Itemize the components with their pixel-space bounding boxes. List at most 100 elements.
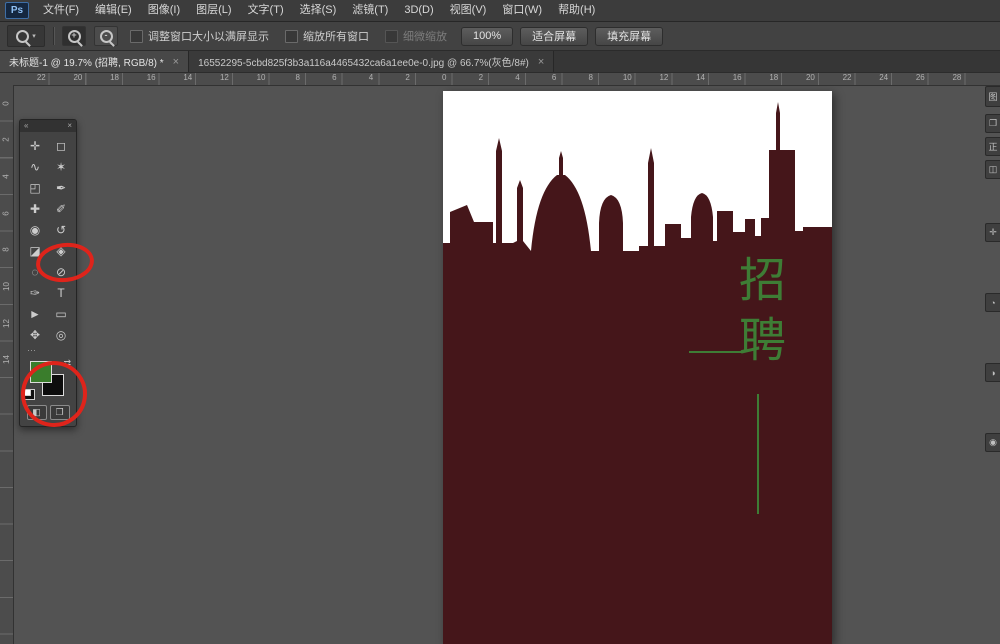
scrubby-zoom-checkbox[interactable]: 细微缩放	[385, 28, 447, 44]
ruler-label: 8	[572, 72, 609, 84]
dock-color-icon[interactable]: ◑	[985, 363, 1000, 382]
checkbox-box[interactable]	[130, 30, 143, 43]
ruler-label: 12	[646, 72, 683, 84]
lasso-tool[interactable]: ∿	[22, 156, 48, 177]
menu-view[interactable]: 视图(V)	[442, 0, 495, 21]
default-colors-icon[interactable]	[24, 389, 35, 400]
ruler-label: 10	[243, 72, 280, 84]
collapse-panel-icon[interactable]: «	[24, 120, 28, 132]
history-brush-tool[interactable]: ↺	[48, 219, 74, 240]
menu-select[interactable]: 选择(S)	[292, 0, 345, 21]
ruler-label: 18	[96, 72, 133, 84]
ruler-corner	[0, 72, 14, 86]
dodge-tool[interactable]: ⊘	[48, 261, 74, 282]
close-panel-icon[interactable]: ×	[67, 120, 72, 132]
menu-window[interactable]: 窗口(W)	[494, 0, 550, 21]
tab-close-icon[interactable]: ×	[538, 56, 544, 68]
pen-tool[interactable]: ✑	[22, 282, 48, 303]
shape-tool[interactable]: ▭	[48, 303, 74, 324]
actual-pixels-button[interactable]: 100%	[461, 27, 513, 46]
ruler-label: 16	[719, 72, 756, 84]
clone-stamp-tool[interactable]: ◉	[22, 219, 48, 240]
color-swatches: ⇄	[23, 357, 73, 403]
checkbox-box[interactable]	[385, 30, 398, 43]
ruler-label: 14	[0, 341, 13, 378]
zoom-tool-preset-dropdown[interactable]: ▾	[7, 25, 45, 47]
option-checkboxes: 调整窗口大小以满屏显示 缩放所有窗口 细微缩放	[130, 28, 447, 44]
healing-brush-tool[interactable]: ✚	[22, 198, 48, 219]
menu-filter[interactable]: 滤镜(T)	[344, 0, 396, 21]
menu-image[interactable]: 图像(I)	[140, 0, 188, 21]
eraser-tool[interactable]: ◪	[22, 240, 48, 261]
blur-tool[interactable]: ◌	[22, 261, 48, 282]
ruler-label: 2	[463, 72, 500, 84]
menu-help[interactable]: 帮助(H)	[550, 0, 603, 21]
dock-adjustments-icon[interactable]: ✛	[985, 223, 1000, 242]
menu-edit[interactable]: 编辑(E)	[87, 0, 140, 21]
chevron-down-icon: ▾	[32, 32, 36, 40]
ruler-label: 12	[0, 305, 13, 342]
checkbox-label: 缩放所有窗口	[303, 28, 369, 44]
tool-icon: ✛	[30, 139, 40, 153]
menu-layer[interactable]: 图层(L)	[188, 0, 239, 21]
brush-tool[interactable]: ✐	[48, 198, 74, 219]
dock-history-icon[interactable]: ◔	[985, 293, 1000, 312]
zoom-action-buttons: 100% 适合屏幕填充屏幕	[461, 27, 663, 46]
menu-file[interactable]: 文件(F)	[35, 0, 87, 21]
ruler-label: 0	[426, 72, 463, 84]
ruler-label: 6	[0, 195, 13, 232]
tab-untitled-1[interactable]: 未标题-1 @ 19.7% (招聘, RGB/8) * ×	[0, 51, 189, 72]
zoom-out-button[interactable]: -	[94, 26, 118, 46]
ruler-label: 22	[23, 72, 60, 84]
ruler-label: 8	[279, 72, 316, 84]
magic-wand-tool[interactable]: ✶	[48, 156, 74, 177]
type-tool[interactable]: T	[48, 282, 74, 303]
fit-screen-button[interactable]: 适合屏幕	[520, 27, 588, 46]
dock-panel-icon[interactable]: ❐	[985, 114, 1000, 133]
dock-channels-icon[interactable]: ◫	[985, 160, 1000, 179]
more-tools-icon[interactable]: ⋯	[20, 345, 76, 357]
right-panel-dock: 图 ❐ 正 ◫ ✛ ◔ ◑ ◉	[984, 85, 1000, 644]
zoom-all-windows-checkbox[interactable]: 缩放所有窗口	[285, 28, 369, 44]
quick-mask-button[interactable]: ◧	[27, 405, 47, 420]
dock-swatches-icon[interactable]: ◉	[985, 433, 1000, 452]
tool-icon: ⊘	[56, 265, 66, 279]
palette-header: « ×	[20, 120, 76, 132]
document-canvas[interactable]: 招聘	[443, 91, 832, 644]
eyedropper-tool[interactable]: ✒	[48, 177, 74, 198]
dock-panel-partial-normal[interactable]: 正	[985, 137, 1000, 156]
menu-3d[interactable]: 3D(D)	[396, 0, 441, 21]
path-select-tool[interactable]: ►	[22, 303, 48, 324]
tools-grid: ✛ ◻ ∿ ✶ ◰ ✒ ✚ ✐ ◉ ↺ ◪ ◈	[20, 132, 76, 345]
tab-image-jpg[interactable]: 16552295-5cbd825f3b3a116a4465432ca6a1ee0…	[189, 51, 554, 72]
hand-tool[interactable]: ✥	[22, 324, 48, 345]
resize-windows-checkbox[interactable]: 调整窗口大小以满屏显示	[130, 28, 269, 44]
dock-item-icon: 正	[988, 140, 997, 153]
screen-mode-button[interactable]: ❐	[50, 405, 70, 420]
fill-screen-button[interactable]: 填充屏幕	[595, 27, 663, 46]
marquee-tool[interactable]: ◻	[48, 135, 74, 156]
paint-bucket-tool[interactable]: ◈	[48, 240, 74, 261]
crop-tool[interactable]: ◰	[22, 177, 48, 198]
swap-colors-icon[interactable]: ⇄	[63, 358, 71, 369]
tool-icon: ✐	[56, 202, 66, 216]
move-tool[interactable]: ✛	[22, 135, 48, 156]
menu-bar: Ps 文件(F)编辑(E)图像(I)图层(L)文字(T)选择(S)滤镜(T)3D…	[0, 0, 1000, 22]
ruler-label: 12	[206, 72, 243, 84]
ruler-label: 4	[353, 72, 390, 84]
photoshop-window: Ps 文件(F)编辑(E)图像(I)图层(L)文字(T)选择(S)滤镜(T)3D…	[0, 0, 1000, 644]
tab-title: 未标题-1 @ 19.7% (招聘, RGB/8) *	[9, 54, 164, 69]
menu-type[interactable]: 文字(T)	[240, 0, 292, 21]
tool-icon: ✑	[30, 286, 40, 300]
dock-panel-partial-top[interactable]: 图	[985, 86, 1000, 107]
foreground-color-swatch[interactable]	[30, 361, 52, 383]
ruler-label: 28	[939, 72, 976, 84]
magnifier-icon	[16, 30, 29, 43]
zoom-in-button[interactable]: +	[62, 26, 86, 46]
tool-icon: ▭	[55, 307, 66, 321]
dock-item-icon: ◉	[989, 437, 997, 448]
tab-close-icon[interactable]: ×	[173, 56, 179, 68]
checkbox-box[interactable]	[285, 30, 298, 43]
zoom-tool[interactable]: ◎	[48, 324, 74, 345]
ruler-label: 2	[389, 72, 426, 84]
